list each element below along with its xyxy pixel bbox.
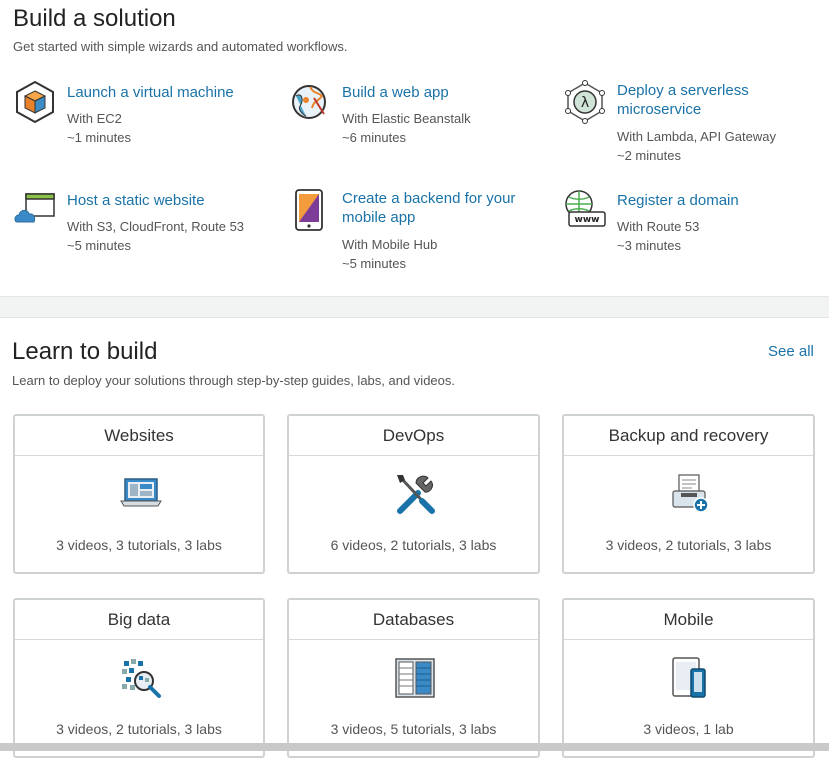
card-backup-recovery[interactable]: Backup and recovery 3 videos, 2 tutorial… (562, 414, 815, 574)
card-title: Websites (15, 416, 263, 456)
solution-title[interactable]: Build a web app (342, 83, 542, 102)
laptop-icon (120, 478, 162, 507)
solution-title[interactable]: Launch a virtual machine (67, 83, 267, 102)
card-title: Mobile (564, 600, 813, 640)
solution-time: ~5 minutes (67, 238, 131, 253)
solution-time: ~2 minutes (617, 148, 681, 163)
solution-time: ~3 minutes (617, 238, 681, 253)
solution-static-website[interactable]: Host a static website With S3, CloudFron… (13, 188, 273, 268)
card-title: DevOps (289, 416, 538, 456)
solution-title[interactable]: Create a backend for your mobile app (342, 189, 532, 227)
solution-register-domain[interactable]: www Register a domain With Route 53 ~3 m… (563, 188, 823, 268)
solution-mobile-backend[interactable]: Create a backend for your mobile app Wit… (288, 188, 548, 278)
card-stats: 3 videos, 1 lab (643, 721, 734, 737)
backup-drive-icon (672, 474, 709, 513)
mobile-devices-icon (672, 657, 706, 698)
solution-time: ~5 minutes (342, 256, 406, 271)
solution-title[interactable]: Deploy a serverless microservice (617, 81, 807, 119)
solution-with: With Mobile Hub (342, 237, 438, 252)
solution-title[interactable]: Register a domain (617, 191, 817, 210)
svg-text:www: www (575, 215, 600, 225)
section-divider (0, 296, 829, 317)
card-stats: 3 videos, 2 tutorials, 3 labs (605, 537, 772, 553)
static-website-cloud-icon (14, 193, 55, 223)
card-mobile[interactable]: Mobile 3 videos, 1 lab (562, 598, 815, 758)
build-title: Build a solution (13, 5, 176, 32)
card-databases[interactable]: Databases 3 videos, 5 tutorials, 3 labs (287, 598, 540, 758)
solution-build-web-app[interactable]: Build a web app With Elastic Beanstalk ~… (288, 80, 548, 160)
solution-with: With Route 53 (617, 219, 700, 234)
card-title: Big data (15, 600, 263, 640)
learn-subtitle: Learn to deploy your solutions through s… (12, 373, 455, 388)
card-big-data[interactable]: Big data 3 videos, 2 tutorials, 3 labs (13, 598, 265, 758)
solution-time: ~6 minutes (342, 130, 406, 145)
svg-text:λ: λ (581, 95, 589, 111)
card-stats: 3 videos, 5 tutorials, 3 labs (330, 721, 497, 737)
card-stats: 6 videos, 2 tutorials, 3 labs (330, 537, 497, 553)
domain-www-icon: www (565, 190, 606, 227)
build-subtitle: Get started with simple wizards and auto… (13, 39, 348, 54)
card-websites[interactable]: Websites 3 videos, 3 tutorials, 3 labs (13, 414, 265, 574)
solution-launch-vm[interactable]: Launch a virtual machine With EC2 ~1 min… (13, 80, 273, 160)
web-app-globe-icon (292, 85, 326, 119)
card-title: Backup and recovery (564, 416, 813, 456)
lambda-icon: λ (565, 80, 605, 124)
mobile-phone-icon (295, 189, 323, 231)
solution-with: With S3, CloudFront, Route 53 (67, 219, 245, 234)
virtual-machine-cube-icon (16, 80, 54, 124)
build-solution-section: Build a solution Get started with simple… (0, 0, 829, 298)
card-title: Databases (289, 600, 538, 640)
see-all-link[interactable]: See all (768, 343, 814, 360)
horizontal-scrollbar[interactable] (0, 743, 829, 751)
solution-serverless[interactable]: λ Deploy a serverless microservice With … (563, 80, 823, 170)
card-devops[interactable]: DevOps 6 videos, 2 tutorials, 3 labs (287, 414, 540, 574)
card-stats: 3 videos, 3 tutorials, 3 labs (56, 537, 222, 553)
big-data-magnifier-icon (122, 659, 161, 698)
solution-with: With EC2 (67, 111, 122, 126)
solution-with: With Lambda, API Gateway (617, 129, 776, 144)
solution-time: ~1 minutes (67, 130, 131, 145)
solution-with: With Elastic Beanstalk (342, 111, 471, 126)
learn-title: Learn to build (12, 338, 158, 365)
tools-icon (397, 475, 435, 514)
database-table-icon (395, 658, 435, 698)
card-stats: 3 videos, 2 tutorials, 3 labs (56, 721, 222, 737)
solution-title[interactable]: Host a static website (67, 191, 267, 210)
